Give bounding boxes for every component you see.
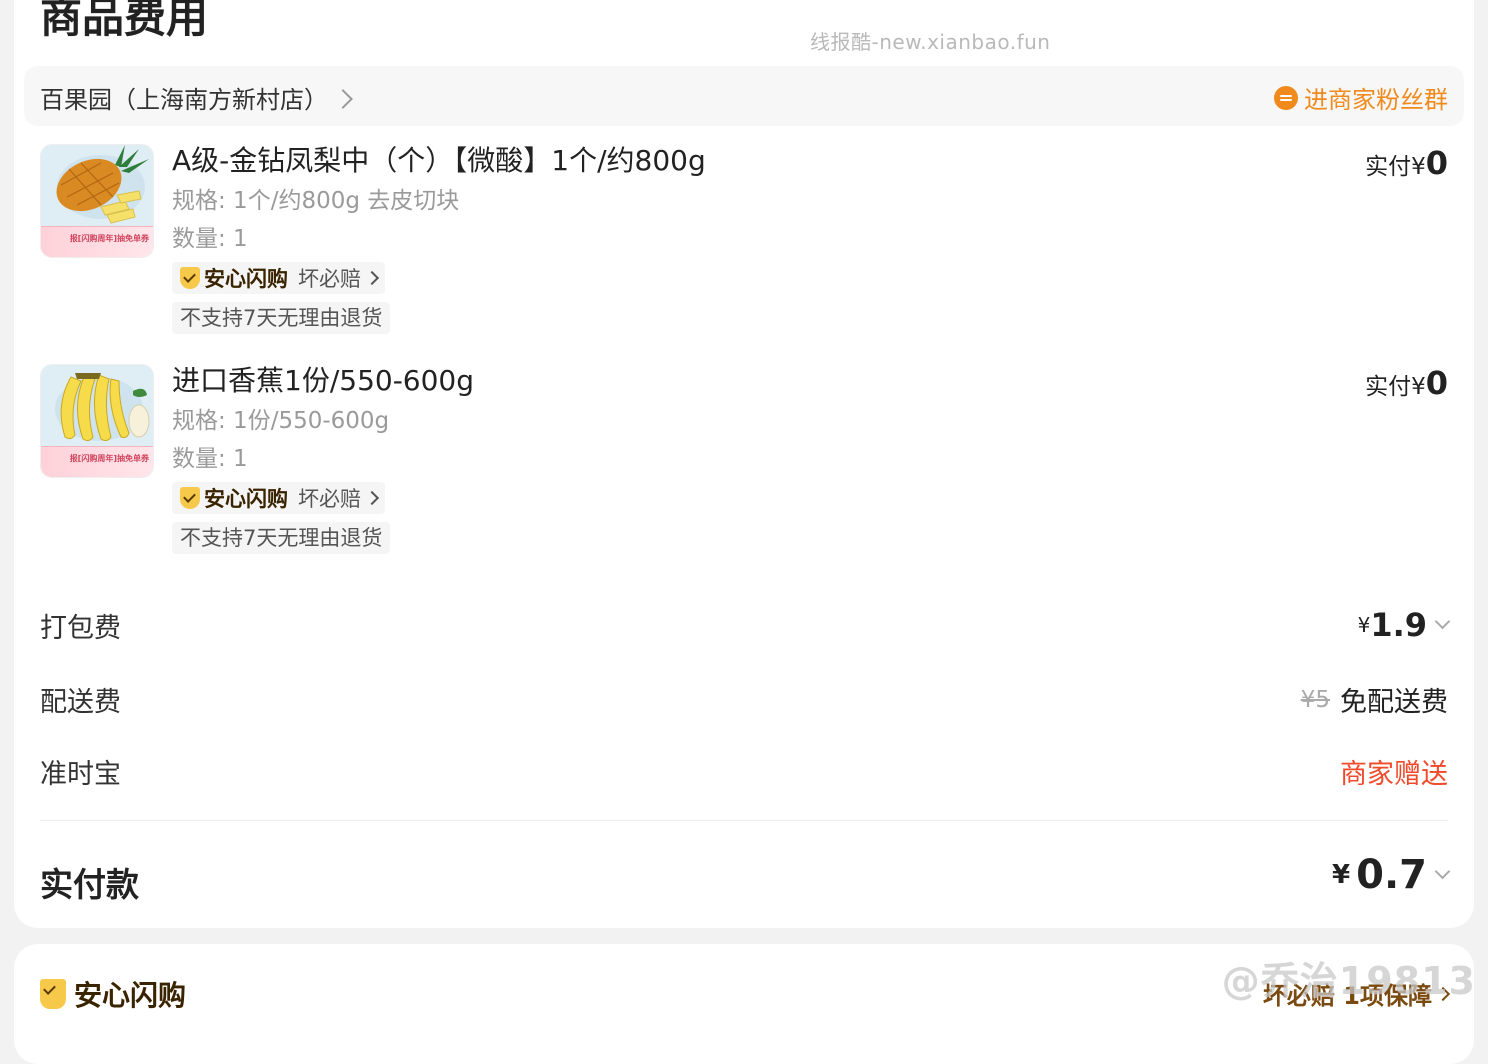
total-yen: ¥ — [1332, 860, 1351, 890]
chat-icon — [1274, 85, 1298, 110]
product-image[interactable]: 报[闪购周年]抽免单券 — [40, 144, 154, 258]
product-image[interactable]: 报[闪购周年]抽免单券 — [40, 364, 154, 478]
fan-group-label: 进商家粉丝群 — [1304, 86, 1448, 114]
guarantee-text: 坏必赔 — [298, 487, 361, 511]
paid-label: 实付 — [1365, 374, 1412, 400]
ontime-row: 准时宝 商家赠送 — [40, 752, 1448, 792]
store-name: 百果园（上海南方新村店） — [40, 86, 328, 114]
chevron-right-icon — [364, 490, 380, 506]
item-paid: 实付¥0 — [1365, 144, 1448, 182]
shield-check-icon — [180, 267, 200, 289]
packing-fee-yen: ¥ — [1357, 613, 1371, 637]
guarantee-name: 安心闪购 — [204, 267, 288, 291]
pineapple-image — [41, 145, 153, 227]
delivery-original-price: ¥5 — [1300, 686, 1330, 713]
guarantee-badge[interactable]: 安心闪购 坏必赔 — [172, 482, 385, 514]
ontime-value: 商家赠送 — [1340, 759, 1448, 790]
banana-image — [41, 365, 153, 447]
delivery-fee-value: ¥5 免配送费 — [1301, 680, 1448, 719]
item-title[interactable]: A级-金钻凤梨中（个）【微酸】1个/约800g — [172, 144, 706, 178]
source-watermark: 线报酷-new.xianbao.fun — [810, 30, 1051, 54]
promo-text: 报[闪购周年]抽免单券 — [69, 454, 149, 463]
guarantee-text: 坏必赔 — [298, 267, 361, 291]
shield-check-icon — [180, 487, 200, 509]
item-quantity: 数量: 1 — [172, 446, 248, 472]
packing-fee-amount: 1.9 — [1370, 606, 1427, 644]
item-info: 进口香蕉1份/550-600g 规格: 1份/550-600g 数量: 1 安心… — [172, 364, 474, 554]
item-info: A级-金钻凤梨中（个）【微酸】1个/约800g 规格: 1个/约800g 去皮切… — [172, 144, 706, 334]
weibo-watermark: @乔治19813 — [1221, 959, 1476, 1003]
store-name-link[interactable]: 百果园（上海南方新村店） — [40, 80, 353, 115]
item-paid: 实付¥0 — [1365, 364, 1448, 402]
paid-label: 实付 — [1365, 154, 1412, 180]
chevron-down-icon — [1434, 863, 1451, 879]
total-value[interactable]: ¥ 0.7 — [1332, 852, 1451, 898]
no-return-tag: 不支持7天无理由退货 — [172, 522, 391, 554]
store-bar[interactable]: 百果园（上海南方新村店） 进商家粉丝群 — [24, 66, 1464, 126]
promo-strip: 报[闪购周年]抽免单券 — [41, 226, 153, 257]
chevron-right-icon — [333, 89, 353, 109]
divider — [40, 820, 1448, 821]
ontime-label: 准时宝 — [40, 759, 121, 790]
delivery-fee-label: 配送费 — [40, 687, 121, 718]
packing-fee-row[interactable]: 打包费 ¥ 1.9 — [40, 606, 1451, 646]
paid-value: 0 — [1425, 364, 1448, 402]
guarantee-card-title-text: 安心闪购 — [74, 979, 187, 1012]
guarantee-name: 安心闪购 — [204, 487, 288, 511]
guarantee-badge[interactable]: 安心闪购 坏必赔 — [172, 262, 385, 294]
total-label: 实付款 — [40, 865, 139, 904]
chevron-down-icon — [1434, 613, 1451, 629]
paid-yen: ¥ — [1411, 154, 1426, 180]
order-item: 报[闪购周年]抽免单券 A级-金钻凤梨中（个）【微酸】1个/约800g 规格: … — [40, 144, 1448, 344]
page-section-title: 商品费用 — [40, 0, 209, 42]
no-return-tag: 不支持7天无理由退货 — [172, 302, 391, 334]
item-spec: 规格: 1个/约800g 去皮切块 — [172, 188, 460, 214]
shield-check-icon — [40, 979, 66, 1009]
total-amount: 0.7 — [1356, 852, 1427, 898]
item-spec: 规格: 1份/550-600g — [172, 408, 390, 434]
chevron-right-icon — [364, 270, 380, 286]
order-item: 报[闪购周年]抽免单券 进口香蕉1份/550-600g 规格: 1份/550-6… — [40, 364, 1448, 564]
packing-fee-value[interactable]: ¥ 1.9 — [1357, 606, 1451, 644]
paid-yen: ¥ — [1411, 374, 1426, 400]
promo-text: 报[闪购周年]抽免单券 — [69, 234, 149, 243]
packing-fee-label: 打包费 — [40, 613, 121, 644]
fan-group-link[interactable]: 进商家粉丝群 — [1274, 80, 1448, 115]
guarantee-card-title: 安心闪购 — [40, 974, 186, 1014]
paid-value: 0 — [1425, 144, 1448, 182]
item-title[interactable]: 进口香蕉1份/550-600g — [172, 364, 474, 398]
delivery-fee-row: 配送费 ¥5 免配送费 — [40, 680, 1448, 720]
delivery-fee-text: 免配送费 — [1340, 687, 1448, 718]
item-quantity: 数量: 1 — [172, 226, 248, 252]
promo-strip: 报[闪购周年]抽免单券 — [41, 446, 153, 477]
